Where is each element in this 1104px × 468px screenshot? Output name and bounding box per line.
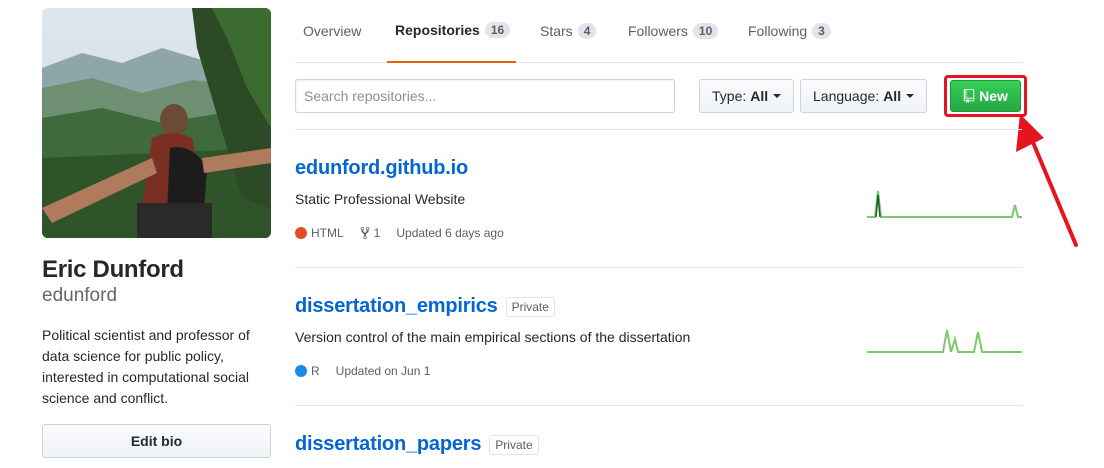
repo-language: HTML — [295, 226, 344, 240]
repo-description: Version control of the main empirical se… — [295, 329, 691, 345]
edit-bio-button[interactable]: Edit bio — [42, 424, 271, 458]
language-filter-dropdown[interactable]: Language: All — [800, 79, 928, 113]
profile-name: Eric Dunford — [42, 256, 184, 283]
language-label: HTML — [311, 226, 344, 240]
profile-tabs: Overview Repositories 16 Stars 4 Followe… — [295, 0, 1022, 63]
type-filter-value: All — [750, 88, 769, 104]
tab-label: Followers — [628, 22, 688, 39]
activity-sparkline — [867, 329, 1022, 353]
tab-repositories[interactable]: Repositories 16 — [387, 0, 516, 63]
new-button-label: New — [979, 88, 1008, 104]
profile-photo — [42, 8, 271, 238]
tab-followers[interactable]: Followers 10 — [628, 0, 719, 63]
activity-sparkline — [867, 190, 1022, 218]
repo-list-item: dissertation_empirics Private Version co… — [295, 295, 1022, 405]
repo-updated: Updated 6 days ago — [396, 226, 504, 240]
language-color-dot — [295, 227, 307, 239]
repo-forks[interactable]: 1 — [360, 226, 381, 240]
tab-label: Repositories — [395, 21, 480, 38]
type-filter-dropdown[interactable]: Type: All — [699, 79, 795, 113]
type-filter-label: Type: — [712, 88, 747, 104]
repo-meta: R Updated on Jun 1 — [295, 364, 446, 378]
repo-name-link[interactable]: dissertation_empirics — [295, 295, 498, 318]
chevron-down-icon — [773, 94, 782, 98]
language-label: R — [311, 364, 320, 378]
followers-count: 10 — [692, 22, 719, 39]
repo-divider — [295, 267, 1022, 268]
repo-language: R — [295, 364, 320, 378]
search-repositories-input[interactable] — [295, 79, 675, 113]
private-badge: Private — [489, 434, 539, 455]
tab-stars[interactable]: Stars 4 — [540, 0, 597, 63]
repo-list-item: dissertation_papers Private — [295, 433, 1022, 468]
repo-divider — [295, 405, 1022, 406]
chevron-down-icon — [906, 94, 915, 98]
avatar[interactable] — [42, 8, 271, 238]
tab-following[interactable]: Following 3 — [748, 0, 831, 63]
tab-label: Following — [748, 22, 808, 39]
private-badge: Private — [505, 296, 555, 317]
fork-icon — [360, 226, 370, 240]
stars-count: 4 — [577, 22, 597, 39]
profile-bio: Political scientist and professor of dat… — [42, 327, 250, 406]
profile-username: edunford — [42, 285, 118, 306]
tab-label: Stars — [540, 22, 573, 39]
fork-count: 1 — [373, 226, 381, 240]
language-filter-value: All — [883, 88, 902, 104]
repo-name-link[interactable]: dissertation_papers — [295, 433, 481, 456]
new-repository-button[interactable]: New — [950, 80, 1021, 112]
repositories-count: 16 — [484, 21, 511, 38]
language-filter-label: Language: — [813, 88, 880, 104]
repo-book-icon — [963, 89, 975, 103]
repo-meta: HTML 1 Updated 6 days ago — [295, 226, 520, 240]
section-divider — [295, 129, 1022, 130]
repo-description: Static Professional Website — [295, 191, 466, 207]
tab-overview[interactable]: Overview — [303, 0, 361, 63]
repo-list-item: edunford.github.io Static Professional W… — [295, 157, 1022, 267]
tab-label: Overview — [303, 22, 362, 39]
following-count: 3 — [812, 22, 831, 39]
repo-name-link[interactable]: edunford.github.io — [295, 157, 468, 180]
repo-updated: Updated on Jun 1 — [335, 364, 431, 378]
language-color-dot — [295, 365, 307, 377]
